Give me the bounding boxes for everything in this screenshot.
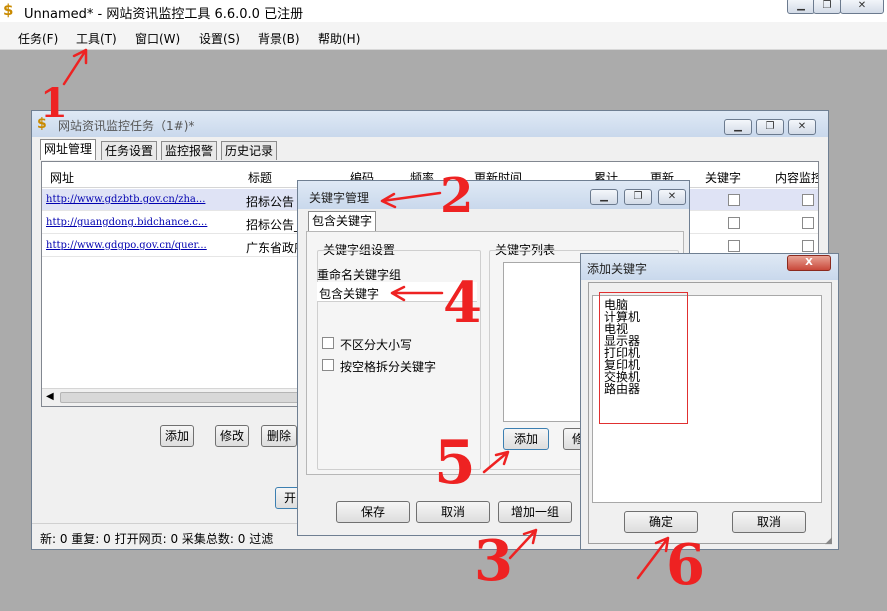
arrow-3 — [508, 528, 538, 560]
annotation-number-5: 5 — [434, 428, 476, 498]
arrow-6 — [636, 536, 670, 580]
arrow-2 — [380, 191, 442, 209]
annotation-number-4: 4 — [443, 270, 482, 336]
annotation-number-2: 2 — [440, 168, 474, 224]
arrow-1 — [62, 48, 88, 86]
annotation-number-1: 1 — [40, 80, 68, 127]
arrow-5 — [482, 450, 510, 474]
annotation-number-6: 6 — [666, 532, 705, 598]
arrow-4 — [390, 285, 444, 302]
annotation-number-3: 3 — [474, 528, 513, 594]
